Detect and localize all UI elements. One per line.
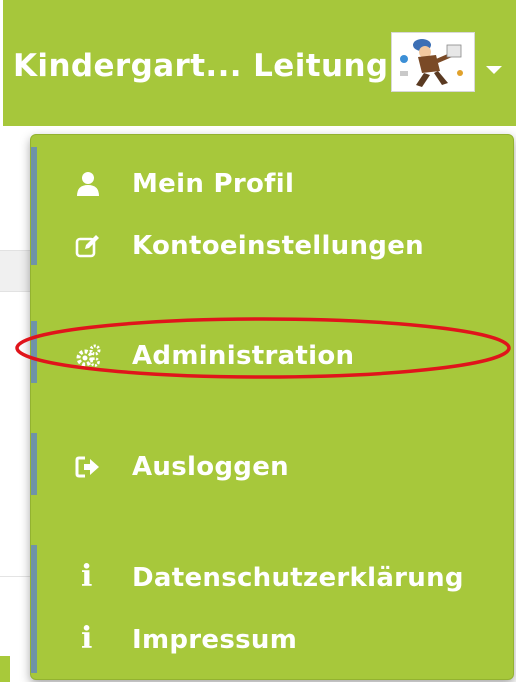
avatar[interactable] <box>391 32 475 92</box>
menu-item-label: Administration <box>132 341 355 371</box>
menu-item-label: Ausloggen <box>132 452 289 482</box>
menu-item-label: Kontoeinstellungen <box>132 231 424 261</box>
user-icon <box>75 171 101 197</box>
user-menu-toggle[interactable]: Kindergart... Leitung <box>3 0 516 126</box>
user-name-label: Kindergart... Leitung <box>13 48 389 84</box>
top-navbar: Kindergart... Leitung <box>0 0 516 126</box>
menu-item-mein-profil[interactable]: Mein Profil <box>31 159 513 209</box>
menu-item-kontoeinstellungen[interactable]: Kontoeinstellungen <box>31 221 513 271</box>
background-green-corner <box>0 656 10 682</box>
info-icon: i <box>81 559 93 594</box>
menu-item-administration[interactable]: Administration <box>31 331 513 381</box>
sign-out-icon <box>75 454 101 480</box>
info-icon: i <box>81 621 93 656</box>
cogs-icon <box>75 343 101 369</box>
menu-item-datenschutzerklaerung[interactable]: i Datenschutzerklärung <box>31 553 513 603</box>
menu-item-label: Datenschutzerklärung <box>132 563 464 593</box>
caret-down-icon[interactable] <box>486 66 502 74</box>
menu-item-label: Mein Profil <box>132 169 295 199</box>
user-dropdown-menu: Mein Profil Kontoeinstellungen Administr… <box>30 134 514 680</box>
edit-icon <box>75 233 101 259</box>
cartoon-avatar-icon <box>392 33 474 91</box>
menu-item-ausloggen[interactable]: Ausloggen <box>31 442 513 492</box>
menu-item-impressum[interactable]: i Impressum <box>31 615 513 665</box>
menu-item-label: Impressum <box>132 625 298 655</box>
